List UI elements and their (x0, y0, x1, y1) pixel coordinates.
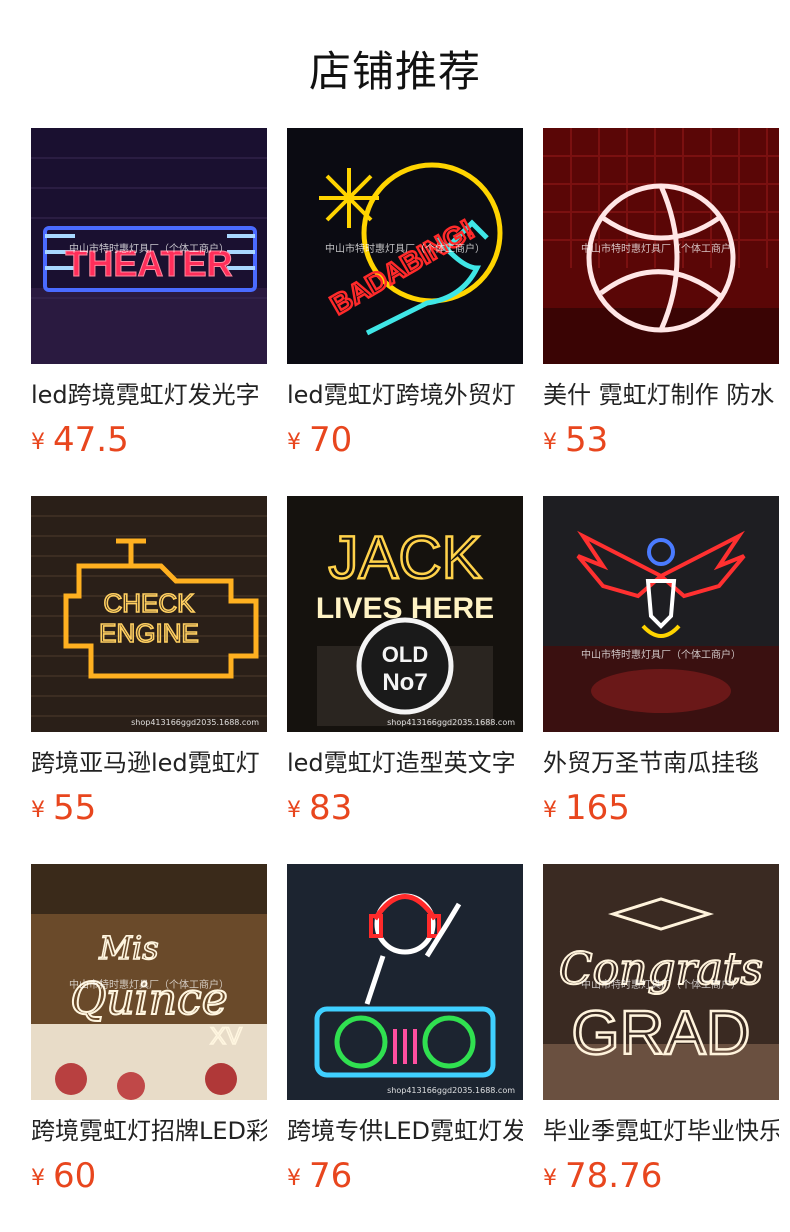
product-image[interactable]: 中山市特时惠灯具厂（个体工商户） (543, 128, 779, 364)
product-image[interactable]: JACK LIVES HERE OLD No7 shop413166ggd203… (287, 496, 523, 732)
product-card[interactable]: CHECK ENGINE shop413166ggd2035.1688.com … (31, 496, 267, 864)
product-image[interactable]: BADABING! 中山市特时惠灯具厂（个体工商户） (287, 128, 523, 364)
product-price: ¥78.76 (543, 1156, 779, 1202)
product-image[interactable]: CHECK ENGINE shop413166ggd2035.1688.com (31, 496, 267, 732)
svg-text:shop413166ggd2035.1688.com: shop413166ggd2035.1688.com (131, 718, 259, 727)
product-card[interactable]: 中山市特时惠灯具厂（个体工商户） 外贸万圣节南瓜挂毯 ¥165 (543, 496, 779, 864)
svg-text:中山市特时惠灯具厂（个体工商户）: 中山市特时惠灯具厂（个体工商户） (581, 242, 741, 255)
product-card[interactable]: shop413166ggd2035.1688.com 跨境专供LED霓虹灯发 ¥… (287, 864, 523, 1232)
svg-text:shop413166ggd2035.1688.com: shop413166ggd2035.1688.com (387, 1086, 515, 1095)
product-card[interactable]: THEATER 中山市特时惠灯具厂（个体工商户） led跨境霓虹灯发光字 ¥47… (31, 128, 267, 496)
price-value: 165 (565, 788, 630, 828)
product-card[interactable]: Congrats GRAD 中山市特时惠灯具厂（个体工商户） 毕业季霓虹灯毕业快… (543, 864, 779, 1232)
price-value: 83 (309, 788, 353, 828)
product-price: ¥47.5 (31, 420, 267, 466)
currency-symbol: ¥ (31, 1166, 45, 1191)
product-name[interactable]: led跨境霓虹灯发光字 (31, 380, 267, 410)
svg-text:中山市特时惠灯具厂（个体工商户）: 中山市特时惠灯具厂（个体工商户） (581, 978, 741, 991)
svg-text:中山市特时惠灯具厂（个体工商户）: 中山市特时惠灯具厂（个体工商户） (69, 978, 229, 991)
svg-text:CHECK: CHECK (103, 588, 195, 618)
currency-symbol: ¥ (287, 1166, 301, 1191)
product-name[interactable]: 跨境专供LED霓虹灯发 (287, 1116, 523, 1146)
product-name[interactable]: 跨境亚马逊led霓虹灯 (31, 748, 267, 778)
svg-text:JACK: JACK (328, 524, 481, 591)
product-name[interactable]: 外贸万圣节南瓜挂毯 (543, 748, 779, 778)
price-value: 78.76 (565, 1156, 663, 1196)
product-price: ¥53 (543, 420, 779, 466)
price-value: 55 (53, 788, 97, 828)
price-value: 47.5 (53, 420, 129, 460)
price-value: 53 (565, 420, 609, 460)
svg-text:ENGINE: ENGINE (99, 618, 199, 648)
svg-text:中山市特时惠灯具厂（个体工商户）: 中山市特时惠灯具厂（个体工商户） (69, 242, 229, 255)
currency-symbol: ¥ (287, 798, 301, 823)
svg-text:Mis: Mis (98, 929, 158, 967)
svg-text:中山市特时惠灯具厂（个体工商户）: 中山市特时惠灯具厂（个体工商户） (325, 242, 485, 255)
currency-symbol: ¥ (287, 430, 301, 455)
product-name[interactable]: 美什 霓虹灯制作 防水 (543, 380, 779, 410)
product-card[interactable]: BADABING! 中山市特时惠灯具厂（个体工商户） led霓虹灯跨境外贸灯 ¥… (287, 128, 523, 496)
product-price: ¥165 (543, 788, 779, 834)
product-card[interactable]: JACK LIVES HERE OLD No7 shop413166ggd203… (287, 496, 523, 864)
product-card[interactable]: Mis Quince XV 中山市特时惠灯具厂（个体工商户） 跨境霓虹灯招牌LE… (31, 864, 267, 1232)
product-price: ¥70 (287, 420, 523, 466)
product-image[interactable]: 中山市特时惠灯具厂（个体工商户） (543, 496, 779, 732)
svg-text:中山市特时惠灯具厂（个体工商户）: 中山市特时惠灯具厂（个体工商户） (581, 648, 741, 661)
product-image[interactable]: shop413166ggd2035.1688.com (287, 864, 523, 1100)
product-price: ¥76 (287, 1156, 523, 1202)
product-name[interactable]: 跨境霓虹灯招牌LED彩 (31, 1116, 267, 1146)
price-value: 60 (53, 1156, 97, 1196)
svg-text:No7: No7 (382, 669, 427, 696)
currency-symbol: ¥ (31, 430, 45, 455)
product-name[interactable]: 毕业季霓虹灯毕业快乐 (543, 1116, 779, 1146)
currency-symbol: ¥ (31, 798, 45, 823)
currency-symbol: ¥ (543, 430, 557, 455)
product-name[interactable]: led霓虹灯跨境外贸灯 (287, 380, 523, 410)
product-card[interactable]: 中山市特时惠灯具厂（个体工商户） 美什 霓虹灯制作 防水 ¥53 (543, 128, 779, 496)
page: 店铺推荐 THEATER 中山市特时惠灯具厂（个体工商户） led跨境霓虹灯发光… (0, 0, 790, 1232)
product-name[interactable]: led霓虹灯造型英文字 (287, 748, 523, 778)
product-image[interactable]: Congrats GRAD 中山市特时惠灯具厂（个体工商户） (543, 864, 779, 1100)
price-value: 76 (309, 1156, 353, 1196)
product-image[interactable]: THEATER 中山市特时惠灯具厂（个体工商户） (31, 128, 267, 364)
svg-text:GRAD: GRAD (571, 999, 750, 1068)
svg-text:shop413166ggd2035.1688.com: shop413166ggd2035.1688.com (387, 718, 515, 727)
product-grid: THEATER 中山市特时惠灯具厂（个体工商户） led跨境霓虹灯发光字 ¥47… (31, 128, 779, 1232)
product-price: ¥55 (31, 788, 267, 834)
product-price: ¥83 (287, 788, 523, 834)
currency-symbol: ¥ (543, 798, 557, 823)
currency-symbol: ¥ (543, 1166, 557, 1191)
product-price: ¥60 (31, 1156, 267, 1202)
product-image[interactable]: Mis Quince XV 中山市特时惠灯具厂（个体工商户） (31, 864, 267, 1100)
page-title: 店铺推荐 (308, 47, 481, 96)
svg-text:XV: XV (210, 1023, 242, 1050)
svg-text:OLD: OLD (382, 642, 428, 667)
price-value: 70 (309, 420, 353, 460)
